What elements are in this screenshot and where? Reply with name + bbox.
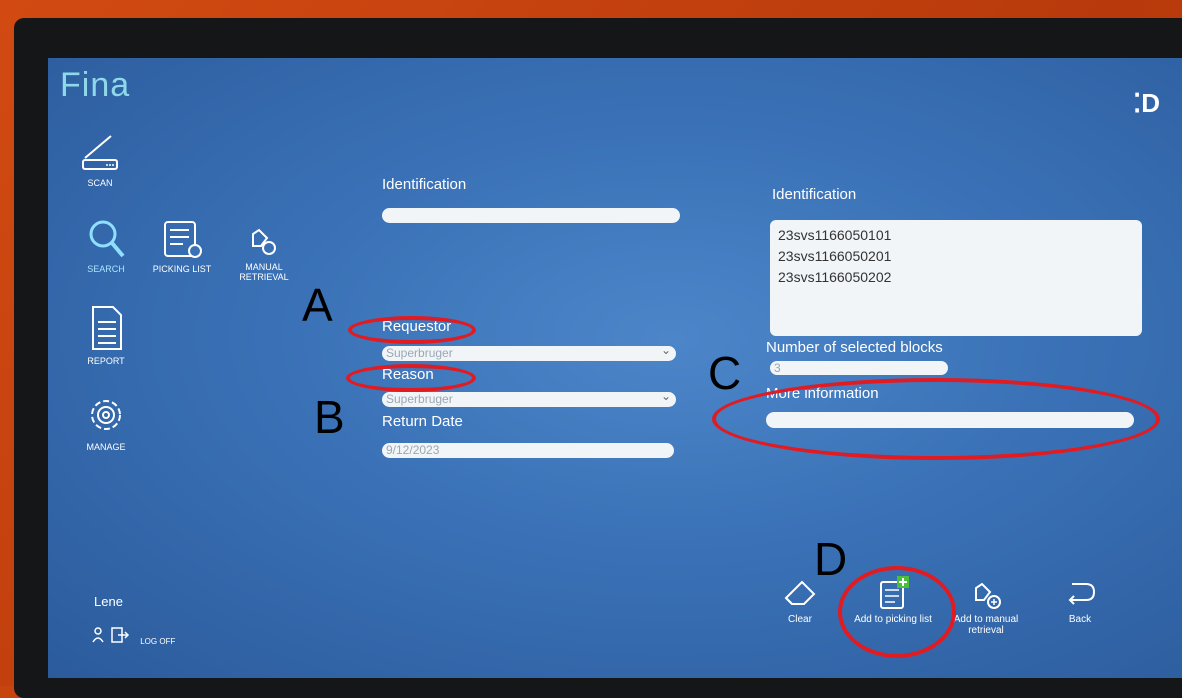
nav-manage[interactable]: MANAGE [66,392,146,452]
nav-manage-label: MANAGE [86,442,126,452]
add-to-manual-retrieval-button[interactable]: Add to manual retrieval [946,576,1026,636]
selected-count-value: 3 [770,361,948,375]
search-icon [89,220,125,258]
identification-label: Identification [382,176,467,193]
nav-scan[interactable]: SCAN [60,130,140,188]
selected-identification-list[interactable]: 23svs1166050101 23svs1166050201 23svs116… [770,220,1142,336]
selected-count-label: Number of selected blocks [766,339,943,356]
gear-icon [91,400,121,430]
requestor-select[interactable]: Superbruger [382,343,676,361]
list-item: 23svs1166050201 [778,248,892,264]
reason-select[interactable]: Superbruger [382,389,676,407]
clear-label: Clear [788,614,812,625]
annotation-a: A [302,279,333,331]
selected-identification-label: Identification [772,186,857,203]
nav-scan-label: SCAN [87,178,113,188]
nav-picking-list[interactable]: PICKING LIST [142,220,222,274]
brand-mark-icon: ⁚D [1132,88,1160,118]
annotation-ring-more-information [712,378,1160,460]
annotation-ring-reason [346,364,476,392]
identification-input[interactable] [382,208,680,223]
nav-search-label: SEARCH [87,264,125,274]
back-button[interactable]: Back [1040,576,1120,625]
back-icon [1068,583,1096,605]
add-to-manual-retrieval-label: Add to manual retrieval [953,614,1019,636]
annotation-c: C [708,347,742,399]
return-date-label: Return Date [382,413,463,430]
annotation-ring-requestor [348,316,476,344]
list-item: 23svs1166050101 [778,227,892,243]
app-screen: Fina ⁚D SCAN SEARCH PICKING LIST MANUAL … [48,58,1182,678]
scanner-icon [82,135,118,170]
nav-picking-list-label: PICKING LIST [152,264,212,274]
logoff-button[interactable]: LOG OFF [92,626,175,646]
picking-list-icon [164,221,202,258]
nav-report[interactable]: REPORT [66,304,146,366]
nav-report-label: REPORT [87,356,125,366]
back-label: Back [1068,614,1092,625]
nav-search[interactable]: SEARCH [66,216,146,274]
annotation-d: D [814,533,848,585]
annotation-ring-add-to-picking-list [838,566,956,658]
nav-manual-retrieval-label: MANUAL RETRIEVAL [239,262,289,282]
logoff-label: LOG OFF [140,637,176,646]
manual-retrieval-icon [252,228,276,255]
app-logo: Fina [60,66,131,104]
return-date-input[interactable]: 9/12/2023 [382,443,674,458]
nav-manual-retrieval[interactable]: MANUAL RETRIEVAL [224,220,304,282]
user-name: Lene [94,594,123,609]
report-icon [92,306,122,350]
annotation-b: B [314,391,345,443]
add-manual-retrieval-icon [975,582,1001,609]
logoff-icon [92,627,130,643]
list-item: 23svs1166050202 [778,269,892,285]
